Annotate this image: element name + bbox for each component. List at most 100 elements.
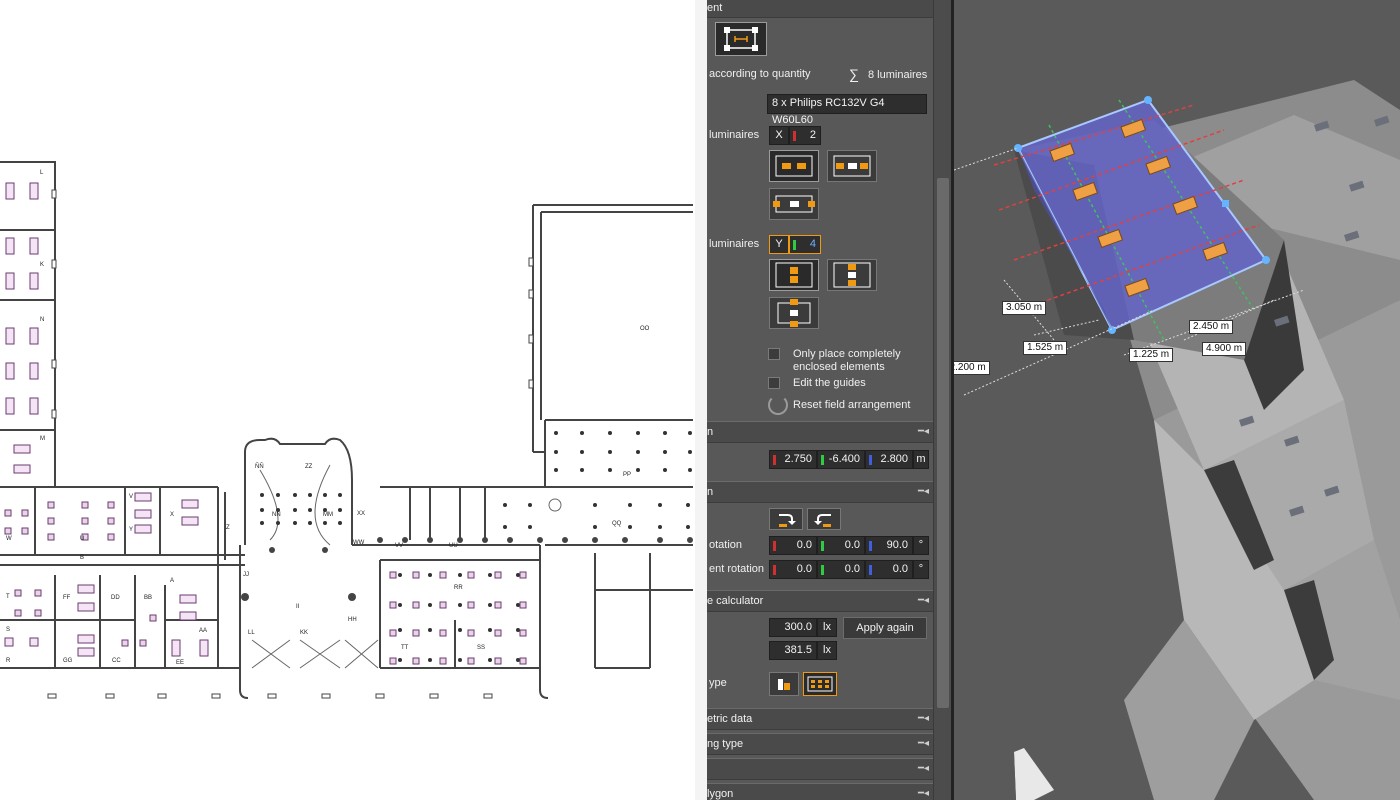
rotation-x-value: 0.0 <box>796 539 812 551</box>
reset-field-arrangement-button[interactable]: Reset field arrangement <box>793 399 910 411</box>
y-arrange-edge-button[interactable] <box>769 259 819 291</box>
position-y-value: -6.400 <box>828 453 860 465</box>
room-label: RR <box>454 585 463 591</box>
pin-icon[interactable]: ━◂ <box>918 595 929 606</box>
scrollbar-thumb[interactable] <box>937 178 949 708</box>
single-luminaire-icon <box>778 679 790 690</box>
room-label: WW <box>353 540 365 546</box>
rotate-ccw-button[interactable] <box>807 508 841 530</box>
pin-icon[interactable]: ━◂ <box>918 713 929 724</box>
edit-guides-checkbox[interactable] <box>768 377 780 389</box>
room-label: V <box>129 494 134 500</box>
dimension-label: 12.200 m <box>954 361 990 375</box>
arrangement-mode-label: according to quantity <box>709 68 811 80</box>
x-count-field[interactable]: 2 <box>789 126 821 145</box>
element-rotation-x-value: 0.0 <box>796 563 812 575</box>
room-label: N <box>40 317 45 323</box>
y-count-field[interactable]: 4 <box>789 235 821 254</box>
room-label: Y <box>129 527 134 533</box>
type-single-button[interactable] <box>769 672 799 696</box>
room-label: XX <box>357 511 366 517</box>
section-header-arrangement[interactable]: ent <box>707 0 933 18</box>
element-rotation-label: ent rotation <box>709 563 765 575</box>
pin-icon[interactable]: ━◂ <box>918 738 929 749</box>
3d-viewport[interactable]: 3.050 m 2.450 m 1.525 m 1.225 m 4.900 m … <box>954 0 1400 800</box>
x-arrange-half-button[interactable] <box>769 188 819 220</box>
section-header-position[interactable]: n ━◂ <box>707 421 933 443</box>
room-label: T <box>6 594 10 600</box>
pin-icon[interactable]: ━◂ <box>918 788 929 799</box>
section-header-collapsed[interactable]: ━◂ <box>707 758 933 780</box>
rotation-y-field[interactable]: 0.0 <box>817 536 865 555</box>
pin-icon[interactable]: ━◂ <box>918 486 929 497</box>
position-x-field[interactable]: 2.750 <box>769 450 817 469</box>
position-unit: m <box>913 450 929 469</box>
room-label: AA <box>199 628 208 634</box>
x-arrange-center-button[interactable] <box>827 150 877 182</box>
3d-scene[interactable] <box>954 0 1400 800</box>
section-header-rotation[interactable]: n ━◂ <box>707 481 933 503</box>
rotation-unit: ° <box>913 536 929 555</box>
x-axis-badge: X <box>769 126 789 145</box>
total-luminaires-label: 8 luminaires <box>868 69 928 81</box>
result-illuminance-unit: lx <box>817 641 837 660</box>
y-arrange-half-button[interactable] <box>769 297 819 329</box>
y-luminaires-label: luminaires <box>709 238 760 250</box>
rotate-counterclockwise-icon <box>814 514 831 527</box>
x-arrange-edge-button[interactable] <box>769 150 819 182</box>
application-window: L K N M B U V X Y Z W T S R FF DD BB A A… <box>0 0 1400 800</box>
reset-icon[interactable] <box>768 395 788 415</box>
room-label: NN <box>272 512 281 518</box>
room-label: GG <box>63 658 73 664</box>
pin-icon[interactable]: ━◂ <box>918 426 929 437</box>
section-header-mounting[interactable]: ng type ━◂ <box>707 733 933 755</box>
section-header-photometric[interactable]: etric data ━◂ <box>707 708 933 730</box>
element-rotation-x-field[interactable]: 0.0 <box>769 560 817 579</box>
luminaire-type-field[interactable]: 8 x Philips RC132V G4 W60L60 <box>767 94 927 126</box>
room-label: B <box>80 555 85 561</box>
floor-plan-drawing[interactable] <box>0 0 695 800</box>
arrangement-type-button[interactable] <box>715 22 767 56</box>
section-header-calculator[interactable]: e calculator ━◂ <box>707 590 933 612</box>
room-label: KK <box>300 630 309 636</box>
floor-plan-view[interactable]: L K N M B U V X Y Z W T S R FF DD BB A A… <box>0 0 695 800</box>
view-separator <box>695 0 707 800</box>
y-axis-marker <box>793 240 796 250</box>
position-y-field[interactable]: -6.400 <box>817 450 865 469</box>
room-label: MM <box>323 512 333 518</box>
rotate-cw-button[interactable] <box>769 508 803 530</box>
y-arrange-center-button[interactable] <box>827 259 877 291</box>
room-label: VV <box>395 543 404 549</box>
enclosed-elements-checkbox[interactable] <box>768 348 780 360</box>
target-illuminance-field[interactable]: 300.0 <box>769 618 817 637</box>
room-label: L <box>40 170 44 176</box>
rotation-y-value: 0.0 <box>844 539 860 551</box>
rotation-z-value: 90.0 <box>886 539 908 551</box>
apply-again-button[interactable]: Apply again <box>843 617 927 639</box>
rotate-clockwise-icon <box>779 514 796 527</box>
rotation-x-field[interactable]: 0.0 <box>769 536 817 555</box>
room-label: A <box>170 578 175 584</box>
luminaire-field-icon <box>807 676 833 692</box>
arrange-center-vertical-icon <box>833 262 871 288</box>
dimension-label: 3.050 m <box>1002 301 1047 315</box>
room-label: U <box>80 536 85 542</box>
y-axis-marker <box>821 455 824 465</box>
x-count-value: 2 <box>809 129 816 141</box>
section-title: e calculator <box>707 595 764 607</box>
rotation-z-field[interactable]: 90.0 <box>865 536 913 555</box>
element-rotation-y-field[interactable]: 0.0 <box>817 560 865 579</box>
enclosed-elements-label: Only place completely enclosed elements <box>793 348 901 373</box>
panel-scrollbar[interactable] <box>933 0 951 800</box>
room-label: JJ <box>243 572 249 578</box>
arrange-edge-vertical-icon <box>775 262 813 288</box>
y-axis-marker <box>821 565 824 575</box>
position-z-field[interactable]: 2.800 <box>865 450 913 469</box>
section-title: lygon <box>707 788 734 800</box>
room-label: X <box>170 512 175 518</box>
x-luminaires-label: luminaires <box>709 129 760 141</box>
type-field-button[interactable] <box>803 672 837 696</box>
element-rotation-z-field[interactable]: 0.0 <box>865 560 913 579</box>
pin-icon[interactable]: ━◂ <box>918 763 929 774</box>
section-header-polygon[interactable]: lygon ━◂ <box>707 783 933 800</box>
